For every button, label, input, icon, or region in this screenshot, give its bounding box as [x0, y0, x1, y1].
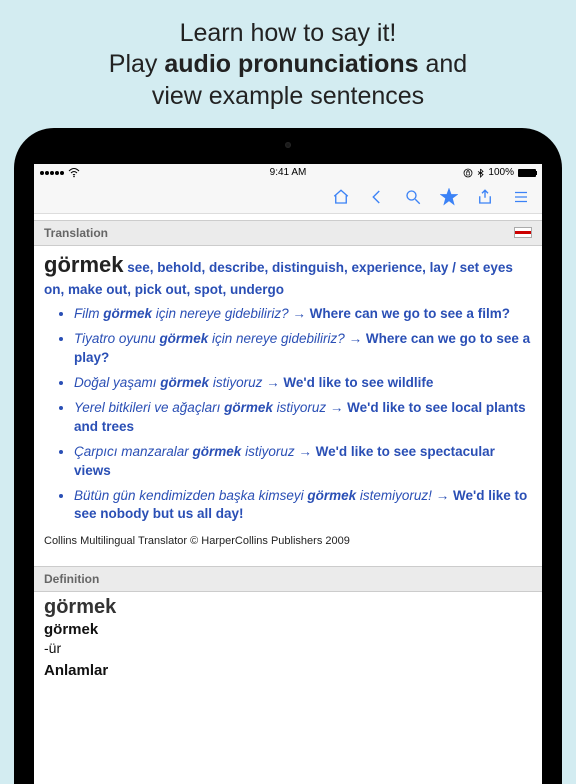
- menu-button[interactable]: [512, 188, 530, 206]
- flag-icon: [514, 227, 532, 238]
- favorite-button[interactable]: [440, 188, 458, 206]
- search-button[interactable]: [404, 188, 422, 206]
- example-item: Çarpıcı manzaralar görmek istiyoruz → We…: [74, 443, 532, 481]
- device-screen: 9:41 AM 100%: [34, 164, 542, 784]
- arrow-icon: →: [436, 488, 450, 503]
- device-camera: [285, 142, 291, 148]
- definition-content: görmek görmek -ür Anlamlar: [34, 592, 542, 687]
- translation-content: görmek see, behold, describe, distinguis…: [34, 246, 542, 566]
- definition-label: Definition: [44, 572, 99, 586]
- arrow-icon: →: [330, 400, 344, 415]
- example-item: Doğal yaşamı görmek istiyoruz → We'd lik…: [74, 374, 532, 393]
- translation-label: Translation: [44, 226, 108, 240]
- headword: görmek: [44, 252, 123, 277]
- toolbar: [34, 182, 542, 214]
- definition-section-header: Definition: [34, 566, 542, 592]
- arrow-icon: →: [298, 444, 312, 459]
- example-list: Film görmek için nereye gidebiliriz? → W…: [44, 305, 532, 524]
- example-target: Where can we go to see a film?: [310, 306, 510, 321]
- back-button[interactable]: [368, 188, 386, 206]
- arrow-icon: →: [292, 306, 306, 321]
- home-button[interactable]: [332, 188, 350, 206]
- battery-icon: [518, 169, 536, 177]
- status-bar: 9:41 AM 100%: [34, 164, 542, 182]
- bluetooth-icon: [477, 168, 484, 178]
- example-item: Yerel bitkileri ve ağaçları görmek istiy…: [74, 399, 532, 437]
- example-source: Film görmek için nereye gidebiliriz?: [74, 306, 289, 321]
- arrow-icon: →: [266, 375, 280, 390]
- definition-line1: -ür: [44, 640, 532, 656]
- translation-section-header: Translation: [34, 220, 542, 246]
- arrow-icon: →: [349, 331, 363, 346]
- definition-headword: görmek: [44, 596, 532, 619]
- share-button[interactable]: [476, 188, 494, 206]
- signal-icon: [40, 171, 64, 175]
- copyright: Collins Multilingual Translator © Harper…: [44, 534, 532, 549]
- wifi-icon: [68, 168, 80, 178]
- example-target: We'd like to see wildlife: [283, 375, 433, 390]
- tablet-frame: 9:41 AM 100%: [14, 128, 562, 784]
- example-source: Doğal yaşamı görmek istiyoruz: [74, 375, 262, 390]
- example-item: Bütün gün kendimizden başka kimseyi görm…: [74, 487, 532, 525]
- example-source: Tiyatro oyunu görmek için nereye gidebil…: [74, 331, 345, 346]
- definition-line2: Anlamlar: [44, 662, 532, 679]
- example-item: Tiyatro oyunu görmek için nereye gidebil…: [74, 330, 532, 368]
- example-item: Film görmek için nereye gidebiliriz? → W…: [74, 305, 532, 324]
- orientation-lock-icon: [463, 168, 473, 178]
- promo-text: Learn how to say it! Play audio pronunci…: [0, 0, 576, 128]
- definition-sub: görmek: [44, 621, 532, 638]
- example-source: Bütün gün kendimizden başka kimseyi görm…: [74, 488, 432, 503]
- example-source: Yerel bitkileri ve ağaçları görmek istiy…: [74, 400, 326, 415]
- battery-percent: 100%: [488, 167, 514, 178]
- example-source: Çarpıcı manzaralar görmek istiyoruz: [74, 444, 295, 459]
